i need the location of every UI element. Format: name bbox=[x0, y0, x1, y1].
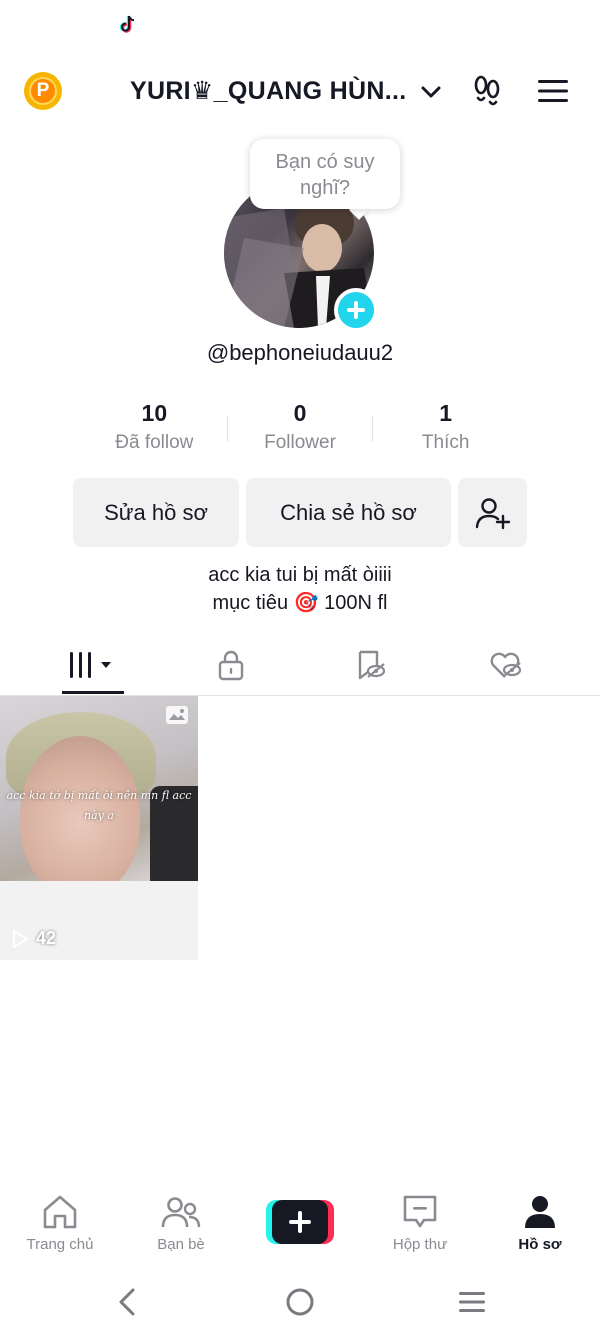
points-icon: P bbox=[29, 77, 57, 105]
home-icon bbox=[43, 1195, 77, 1229]
photo-mode-icon bbox=[166, 706, 188, 724]
tab-videos[interactable] bbox=[17, 636, 167, 694]
edit-profile-button[interactable]: Sửa hồ sơ bbox=[73, 478, 239, 547]
nav-profile[interactable]: Hồ sơ bbox=[480, 1190, 600, 1253]
video-thumbnail[interactable]: acc kia tớ bị mất òi nên mn fl acc này a… bbox=[0, 696, 198, 960]
profile-bio: acc kia tui bị mất òiiii mục tiêu 🎯 100N… bbox=[0, 561, 600, 617]
plus-icon bbox=[347, 301, 365, 319]
chevron-down-icon[interactable] bbox=[419, 80, 443, 104]
nav-label: Hộp thư bbox=[392, 1236, 448, 1253]
menu-icon[interactable] bbox=[536, 76, 570, 106]
video-caption-line: này a bbox=[84, 809, 114, 822]
add-friend-button[interactable] bbox=[458, 478, 527, 547]
recents-icon[interactable] bbox=[452, 1284, 492, 1320]
view-count-value: 42 bbox=[36, 928, 57, 948]
tiktok-notification-icon bbox=[119, 15, 135, 33]
home-circle-icon[interactable] bbox=[280, 1284, 320, 1320]
play-icon bbox=[12, 929, 29, 948]
stat-following[interactable]: 10 Đã follow bbox=[82, 396, 227, 466]
status-bar bbox=[0, 0, 600, 52]
tab-private[interactable] bbox=[156, 636, 306, 694]
thought-bubble[interactable]: Bạn có suy nghĩ? bbox=[250, 139, 400, 209]
plus-icon bbox=[289, 1211, 311, 1233]
back-icon[interactable] bbox=[108, 1284, 148, 1320]
nav-friends[interactable]: Bạn bè bbox=[121, 1190, 241, 1253]
nav-label: Hồ sơ bbox=[518, 1236, 562, 1253]
add-user-icon bbox=[475, 497, 510, 529]
profile-stats: 10 Đã follow 0 Follower 1 Thích bbox=[82, 396, 518, 466]
profile-handle: @bephoneiudauu2 bbox=[206, 340, 394, 365]
system-nav-bar bbox=[0, 1272, 600, 1333]
nav-label: Bạn bè bbox=[157, 1236, 205, 1253]
thought-text: Bạn có suy nghĩ? bbox=[275, 151, 375, 199]
share-profile-button[interactable]: Chia sẻ hồ sơ bbox=[246, 478, 451, 547]
view-count: 42 bbox=[10, 928, 56, 949]
video-caption: acc kia tớ bị mất òi nên mn fl acc này a bbox=[6, 786, 192, 826]
content-tabs bbox=[0, 636, 600, 696]
stat-value: 10 bbox=[141, 400, 168, 426]
heart-hidden-icon bbox=[490, 652, 522, 678]
stat-label: Đã follow bbox=[115, 432, 194, 453]
friends-icon bbox=[161, 1197, 201, 1228]
grid-videos-icon bbox=[70, 652, 111, 678]
account-switcher-title[interactable]: YURI♛_QUANG HÙN... bbox=[130, 76, 406, 106]
stat-label: Follower bbox=[264, 432, 336, 453]
inbox-icon bbox=[403, 1195, 437, 1228]
add-story-button[interactable] bbox=[334, 288, 378, 332]
stat-label: Thích bbox=[421, 432, 470, 453]
nav-home[interactable]: Trang chủ bbox=[0, 1190, 120, 1253]
stat-value: 0 bbox=[293, 400, 307, 426]
create-button[interactable] bbox=[266, 1200, 334, 1244]
stat-followers[interactable]: 0 Follower bbox=[228, 396, 373, 466]
lock-icon bbox=[218, 650, 244, 681]
bio-line: mục tiêu 🎯 100N fl bbox=[212, 592, 388, 614]
nav-label: Trang chủ bbox=[26, 1236, 94, 1253]
footprint-icon[interactable] bbox=[470, 74, 504, 108]
stat-value: 1 bbox=[439, 400, 453, 426]
tab-reposts[interactable] bbox=[296, 636, 446, 694]
bottom-nav: Trang chủ Bạn bè Hộp thư Hồ sơ bbox=[0, 1190, 600, 1270]
stat-likes[interactable]: 1 Thích bbox=[373, 396, 518, 466]
points-button[interactable]: P bbox=[24, 72, 62, 110]
active-tab-indicator bbox=[62, 691, 124, 694]
repost-hidden-icon bbox=[358, 650, 386, 680]
tab-liked[interactable] bbox=[431, 636, 581, 694]
video-caption-line: acc kia tớ bị mất òi nên mn fl acc bbox=[6, 789, 192, 802]
bio-line: acc kia tui bị mất òiiii bbox=[208, 564, 392, 586]
nav-inbox[interactable]: Hộp thư bbox=[360, 1190, 480, 1253]
profile-top-bar: P YURI♛_QUANG HÙN... bbox=[0, 62, 600, 122]
profile-icon bbox=[525, 1196, 555, 1228]
